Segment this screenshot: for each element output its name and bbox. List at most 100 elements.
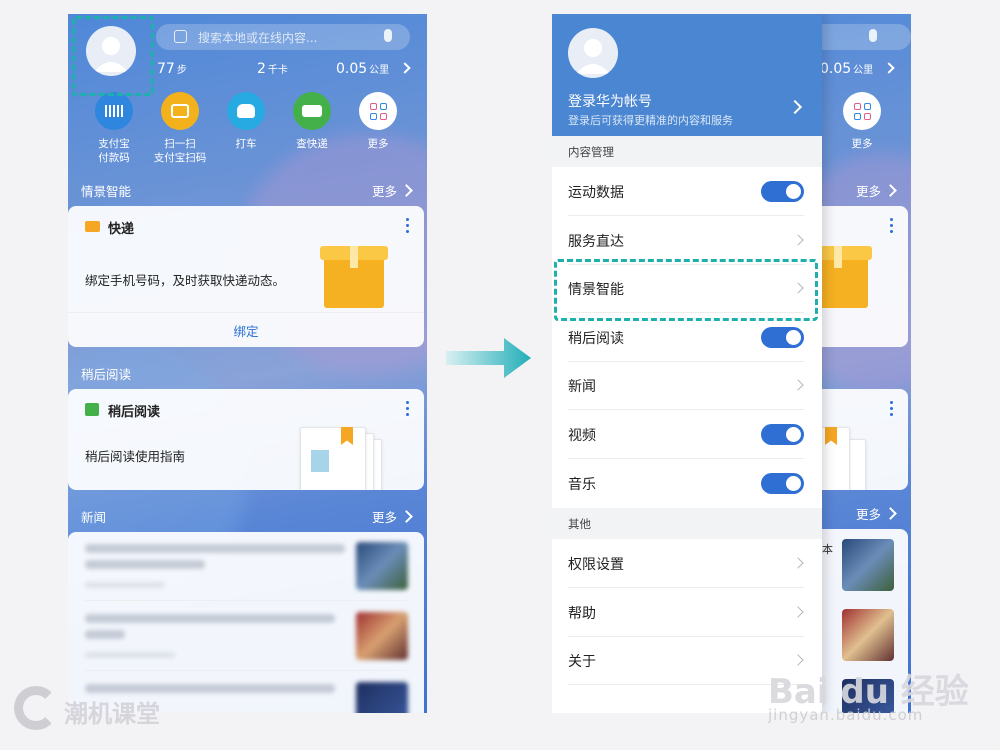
chevron-right-icon (884, 184, 897, 197)
setting-row-news[interactable]: 新闻 (552, 361, 822, 410)
setting-row-sports-data[interactable]: 运动数据 (552, 167, 822, 216)
steps-stat[interactable]: 77 步 (157, 61, 187, 77)
express-card: 快递 绑定手机号码，及时获取快递动态。 绑定 (68, 206, 424, 347)
row-label: 帮助 (568, 606, 596, 622)
news-thumbnail[interactable] (356, 542, 408, 590)
quick-action-label: 更多 (367, 138, 389, 150)
steps-unit: 步 (176, 65, 187, 76)
chevron-right-icon (400, 510, 413, 523)
quick-action-express[interactable]: 查快递 (282, 92, 342, 151)
more-label: 更多 (371, 184, 397, 199)
user-icon (576, 39, 610, 74)
bookmark-icon (341, 427, 353, 445)
chevron-right-icon (792, 379, 804, 391)
search-bar[interactable]: 搜索本地或在线内容... (156, 24, 410, 50)
taxi-icon (227, 92, 265, 130)
smart-more-background: 更多 (856, 181, 897, 200)
divider (68, 312, 424, 313)
microphone-icon (869, 29, 877, 42)
scan-icon[interactable] (174, 30, 187, 43)
login-title[interactable]: 登录华为帐号 (568, 91, 652, 111)
book-icon (85, 403, 99, 416)
news-thumbnail (842, 609, 894, 661)
setting-row-permissions[interactable]: 权限设置 (552, 539, 822, 588)
more-label: 更多 (371, 510, 397, 525)
group-header-content: 内容管理 (552, 136, 822, 167)
avatar[interactable] (568, 28, 618, 78)
quick-action-taxi[interactable]: 打车 (216, 92, 276, 151)
distance-unit: 公里 (369, 65, 390, 76)
more-options-icon (890, 218, 893, 236)
news-headline-blurred (85, 560, 205, 569)
setting-row-video[interactable]: 视频 (552, 410, 822, 459)
watermark-baidu: Bai du 经验 jingyan.baidu.com (768, 664, 969, 734)
card-title: 稍后阅读 (108, 405, 161, 420)
row-label: 新闻 (568, 379, 596, 395)
microphone-icon[interactable] (384, 29, 392, 42)
account-header[interactable]: 登录华为帐号 登录后可获得更精准的内容和服务 (552, 14, 822, 136)
section-title-news: 新闻 (81, 510, 107, 525)
news-meta-blurred (85, 582, 165, 588)
calories-stat[interactable]: 2 千卡 (257, 61, 288, 77)
row-label: 权限设置 (568, 557, 624, 573)
divider (85, 670, 407, 671)
chevron-right-icon (792, 606, 804, 618)
calories-unit: 千卡 (267, 65, 288, 76)
divider (85, 600, 407, 601)
news-thumbnail (842, 539, 894, 591)
arrow-right-icon (446, 338, 531, 378)
smart-row-highlight-box (554, 259, 818, 321)
row-label: 关于 (568, 654, 596, 670)
chevron-right-icon (884, 507, 897, 520)
quick-action-label: 支付宝 付款码 (98, 138, 130, 164)
news-thumbnail[interactable] (356, 612, 408, 660)
news-thumbnail[interactable] (356, 682, 408, 713)
distance-stat[interactable]: 0.05 公里 (336, 61, 411, 77)
search-bar-background (822, 24, 911, 50)
setting-row-service[interactable]: 服务直达 (552, 216, 822, 265)
news-headline-blurred[interactable] (85, 614, 335, 623)
quick-action-more[interactable]: 更多 (348, 92, 408, 151)
more-label: 更多 (855, 507, 881, 522)
smart-more-link[interactable]: 更多 (371, 181, 413, 200)
right-phone-screen: 0.05 公里 更多 更多 更多 本 登录华为帐号 登录后可获得更精准的内容和服务 (552, 14, 911, 713)
sports-data-toggle[interactable] (761, 181, 804, 202)
music-toggle[interactable] (761, 473, 804, 494)
news-headline-blurred[interactable] (85, 544, 345, 553)
more-options-icon[interactable] (406, 218, 409, 236)
news-more-link[interactable]: 更多 (371, 507, 413, 526)
distance-value: 0.05 (820, 61, 852, 77)
left-phone-screen: 搜索本地或在线内容... 77 步 2 千卡 0.05 公里 支付宝 付款码 扫一扫 … (68, 14, 427, 713)
card-text: 稍后阅读使用指南 (85, 449, 186, 464)
chevron-right-icon[interactable] (787, 99, 803, 115)
chevron-right-icon (792, 234, 804, 246)
chevron-right-icon (400, 184, 413, 197)
calories-value: 2 (257, 61, 266, 77)
chevron-right-icon (883, 62, 895, 74)
setting-row-help[interactable]: 帮助 (552, 588, 822, 637)
setting-row-music[interactable]: 音乐 (552, 459, 822, 508)
more-options-icon[interactable] (406, 401, 409, 419)
read-later-card: 稍后阅读 稍后阅读使用指南 (68, 389, 424, 490)
video-toggle[interactable] (761, 424, 804, 445)
quick-action-scan[interactable]: 扫一扫 支付宝扫码 (150, 92, 210, 165)
news-headline-blurred (85, 630, 125, 639)
quick-action-label: 更多 (851, 138, 873, 150)
logo-mark-icon (14, 686, 58, 730)
grid-icon (843, 92, 881, 130)
card-text: 绑定手机号码，及时获取快递动态。 (85, 273, 286, 288)
bind-button[interactable]: 绑定 (68, 321, 424, 340)
quick-action-alipay-pay[interactable]: 支付宝 付款码 (84, 92, 144, 165)
truck-icon (293, 92, 331, 130)
read-later-toggle[interactable] (761, 327, 804, 348)
search-input[interactable]: 搜索本地或在线内容... (198, 29, 317, 46)
section-title-later: 稍后阅读 (81, 367, 132, 382)
group-title: 其他 (568, 517, 591, 531)
row-label: 稍后阅读 (568, 331, 624, 347)
distance-unit: 公里 (853, 65, 874, 76)
watermark-logo-left: 潮机课堂 (14, 684, 184, 734)
chevron-right-icon (399, 62, 411, 74)
quick-action-label: 扫一扫 支付宝扫码 (153, 138, 207, 164)
scan-icon (161, 92, 199, 130)
news-meta-blurred (85, 652, 175, 658)
